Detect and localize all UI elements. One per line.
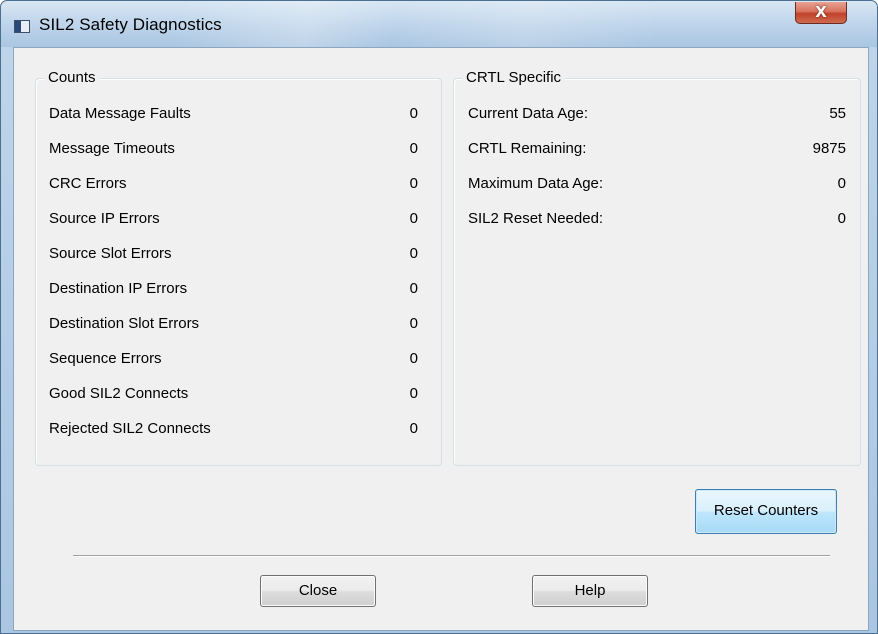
counts-group: Counts Data Message Faults 0 Message Tim… (35, 69, 442, 466)
count-row-source-ip-errors: Source IP Errors 0 (36, 210, 441, 230)
count-value: 0 (409, 245, 418, 262)
crtl-label: SIL2 Reset Needed: (468, 210, 604, 227)
crtl-value: 9875 (812, 140, 846, 157)
count-value: 0 (409, 175, 418, 192)
count-label: Destination IP Errors (49, 280, 188, 297)
count-label: Rejected SIL2 Connects (49, 420, 211, 437)
count-value: 0 (409, 350, 418, 367)
help-button[interactable]: Help (532, 575, 648, 607)
count-row-sequence-errors: Sequence Errors 0 (36, 350, 441, 370)
crtl-label: CRTL Remaining: (468, 140, 587, 157)
crtl-value: 0 (837, 210, 846, 227)
count-value: 0 (409, 420, 418, 437)
crtl-label: Current Data Age: (468, 105, 589, 122)
close-icon[interactable]: X (795, 2, 847, 24)
count-row-message-timeouts: Message Timeouts 0 (36, 140, 441, 160)
crtl-row-current-data-age: Current Data Age: 55 (454, 105, 860, 125)
count-label: CRC Errors (49, 175, 127, 192)
count-value: 0 (409, 105, 418, 122)
count-row-crc-errors: CRC Errors 0 (36, 175, 441, 195)
crtl-label: Maximum Data Age: (468, 175, 604, 192)
count-value: 0 (409, 140, 418, 157)
title-bar[interactable]: SIL2 Safety Diagnostics X (1, 1, 877, 47)
count-row-destination-ip-errors: Destination IP Errors 0 (36, 280, 441, 300)
count-value: 0 (409, 315, 418, 332)
window-title: SIL2 Safety Diagnostics (39, 15, 222, 34)
count-label: Source Slot Errors (49, 245, 172, 262)
dialog-body: Counts Data Message Faults 0 Message Tim… (13, 47, 869, 631)
crtl-row-maximum-data-age: Maximum Data Age: 0 (454, 175, 860, 195)
crtl-value: 0 (837, 175, 846, 192)
crtl-group-title: CRTL Specific (462, 69, 566, 87)
count-label: Source IP Errors (49, 210, 160, 227)
count-label: Message Timeouts (49, 140, 175, 157)
count-row-source-slot-errors: Source Slot Errors 0 (36, 245, 441, 265)
count-label: Sequence Errors (49, 350, 162, 367)
crtl-row-crtl-remaining: CRTL Remaining: 9875 (454, 140, 860, 160)
count-row-rejected-sil2-connects: Rejected SIL2 Connects 0 (36, 420, 441, 440)
reset-counters-button[interactable]: Reset Counters (695, 489, 837, 534)
window-app-icon (14, 20, 30, 33)
count-value: 0 (409, 385, 418, 402)
close-button[interactable]: Close (260, 575, 376, 607)
count-label: Destination Slot Errors (49, 315, 200, 332)
count-label: Good SIL2 Connects (49, 385, 189, 402)
divider (73, 555, 830, 557)
count-label: Data Message Faults (49, 105, 191, 122)
crtl-specific-group: CRTL Specific Current Data Age: 55 CRTL … (453, 69, 861, 466)
counts-group-title: Counts (44, 69, 100, 87)
crtl-row-sil2-reset-needed: SIL2 Reset Needed: 0 (454, 210, 860, 230)
count-row-good-sil2-connects: Good SIL2 Connects 0 (36, 385, 441, 405)
count-value: 0 (409, 210, 418, 227)
count-row-destination-slot-errors: Destination Slot Errors 0 (36, 315, 441, 335)
count-row-data-message-faults: Data Message Faults 0 (36, 105, 441, 125)
count-value: 0 (409, 280, 418, 297)
crtl-value: 55 (829, 105, 846, 122)
dialog-window: SIL2 Safety Diagnostics X Counts Data Me… (0, 0, 878, 634)
